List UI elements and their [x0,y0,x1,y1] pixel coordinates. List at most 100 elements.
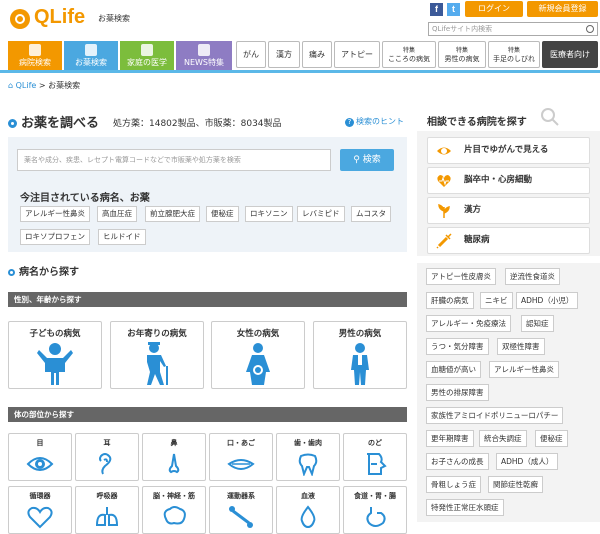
popular-tag[interactable]: ロキソニン [245,206,293,222]
body-card-digestive[interactable]: 食道・胃・腸 [343,486,407,534]
consult-item-label: 脳卒中・心房細動 [464,175,533,185]
body-card-brain[interactable]: 脳・神経・筋 [142,486,206,534]
gender-card-male[interactable]: 男性の病気 [313,321,407,389]
popular-tag[interactable]: 前立腺肥大症 [145,206,200,222]
popular-tag[interactable]: 便秘症 [206,206,239,222]
search-hint-link[interactable]: ? 検索のヒント [345,116,404,127]
site-search-input[interactable]: QLifeサイト内検索 [428,22,598,36]
body-card-blood[interactable]: 血液 [276,486,340,534]
nav-tab-medical[interactable]: 医療者向け [542,41,598,68]
nav-tab-atopy[interactable]: アトピー [334,41,380,68]
breadcrumb-home[interactable]: QLife [16,81,37,90]
tooth-icon [298,453,318,476]
body-card-throat[interactable]: のど [343,433,407,481]
register-button[interactable]: 新規会員登録 [527,1,598,17]
body-card-nose[interactable]: 鼻 [142,433,206,481]
consult-tag[interactable]: ニキビ [480,292,513,309]
nav-tab-kampo[interactable]: 漢方 [268,41,300,68]
nav-tab-numbness[interactable]: 特集 手足のしびれ [488,41,540,68]
body-card-label: のど [368,439,382,447]
popular-tag[interactable]: レバミピド [297,206,345,222]
consult-tag[interactable]: ADHD（小児） [516,292,579,309]
consult-item-diabetes[interactable]: 糖尿病 [427,227,590,254]
body-card-mouth[interactable]: 口・あご [209,433,273,481]
login-button[interactable]: ログイン [465,1,523,17]
popular-tag[interactable]: ロキソプロフェン [20,229,90,245]
body-card-respiratory[interactable]: 呼吸器 [75,486,139,534]
nav-tab-pain[interactable]: 痛み [302,41,332,68]
facebook-icon[interactable]: f [430,3,443,16]
special-badge: 特集 [402,46,415,54]
body-card-ear[interactable]: 耳 [75,433,139,481]
qlife-logo[interactable]: QLife [34,6,85,29]
popular-tag[interactable]: 高血圧症 [97,206,137,222]
consult-item-stroke[interactable]: 脳卒中・心房細動 [427,167,590,194]
consult-tag[interactable]: お子さんの成長 [426,453,489,470]
special-badge: 特集 [455,46,468,54]
gender-card-child[interactable]: 子どもの病気 [8,321,102,389]
question-icon: ? [345,118,354,127]
page-title-wrap: お薬を調べる [8,112,99,131]
drug-search-placeholder: 薬名や成分、疾患、レセプト電算コードなどで市販薬や処方薬を検索 [24,156,241,164]
consult-tag[interactable]: 血糖値が高い [426,361,481,378]
qlife-logo-icon[interactable] [10,9,30,29]
female-icon [246,343,270,385]
consult-tag[interactable]: 更年期障害 [426,430,474,447]
nav-tab-label: がん [243,50,259,59]
search-icon[interactable] [586,25,594,33]
nav-tab-cancer[interactable]: がん [236,41,266,68]
drug-search-button[interactable]: ⚲ 検索 [340,149,394,171]
nav-tab-label: 病院検索 [19,58,51,67]
body-card-circulatory[interactable]: 循環器 [8,486,72,534]
consult-tag[interactable]: 関節症性乾癬 [488,476,543,493]
consult-tag[interactable]: 男性の排尿障害 [426,384,489,401]
gender-card-female[interactable]: 女性の病気 [211,321,305,389]
body-card-motor[interactable]: 運動器系 [209,486,273,534]
consult-tag[interactable]: ADHD（成人） [496,453,559,470]
consult-tag[interactable]: 認知症 [521,315,554,332]
body-card-teeth[interactable]: 歯・歯肉 [276,433,340,481]
body-card-label: 耳 [103,439,111,447]
nav-tab-male[interactable]: 特集 男性の病気 [438,41,486,68]
gender-card-elderly[interactable]: お年寄りの病気 [110,321,204,389]
eye-icon [26,457,54,471]
child-icon [37,343,73,385]
nav-tab-label: アトピー [341,50,373,59]
consult-item-kampo[interactable]: 漢方 [427,197,590,224]
consult-item-label: 片目でゆがんで見える [464,145,549,155]
consult-tag[interactable]: アレルギー性鼻炎 [489,361,559,378]
popular-tag[interactable]: ムコスタ [351,206,391,222]
body-card-label: 運動器系 [227,492,255,500]
nav-tab-label: こころの病気 [388,54,430,63]
page-title: お薬を調べる [21,116,100,131]
consult-item-eye[interactable]: 片目でゆがんで見える [427,137,590,164]
special-badge: 特集 [507,46,520,54]
body-card-eye[interactable]: 目 [8,433,72,481]
consult-tag[interactable]: 骨粗しょう症 [426,476,481,493]
twitter-icon[interactable]: t [447,3,460,16]
consult-tag[interactable]: うつ・気分障害 [426,338,489,355]
consult-tag[interactable]: 統合失調症 [479,430,527,447]
home-icon[interactable]: ⌂ [8,81,13,90]
nav-divider [0,70,600,73]
consult-tag[interactable]: 家族性アミロイドポリニューロパチー [426,407,564,424]
nav-tab-drug-search[interactable]: お薬検索 [64,41,118,70]
search-icon: ⚲ [353,155,360,165]
consult-item-label: 漢方 [464,205,482,215]
popular-tag[interactable]: アレルギー性鼻炎 [20,206,90,222]
consult-tag[interactable]: 逆流性食道炎 [505,268,560,285]
consult-tag[interactable]: 特発性正常圧水頭症 [426,499,504,516]
nav-tab-hospital-search[interactable]: 病院検索 [8,41,62,70]
login-label: ログイン [478,4,510,13]
nav-tab-mental[interactable]: 特集 こころの病気 [382,41,436,68]
consult-tag[interactable]: 便秘症 [535,430,568,447]
site-search-placeholder: QLifeサイト内検索 [432,25,493,33]
drug-search-input[interactable]: 薬名や成分、疾患、レセプト電算コードなどで市販薬や処方薬を検索 [17,149,331,171]
nav-tab-news[interactable]: NEWS特集 [176,41,232,70]
consult-tag[interactable]: アレルギー・免疫療法 [426,315,511,332]
consult-tag[interactable]: 双極性障害 [497,338,545,355]
consult-tag[interactable]: 肝臓の病気 [426,292,474,309]
nav-tab-family-medicine[interactable]: 家庭の医学 [120,41,174,70]
consult-tag[interactable]: アトピー性皮膚炎 [426,268,496,285]
popular-tag[interactable]: ヒルドイド [98,229,146,245]
